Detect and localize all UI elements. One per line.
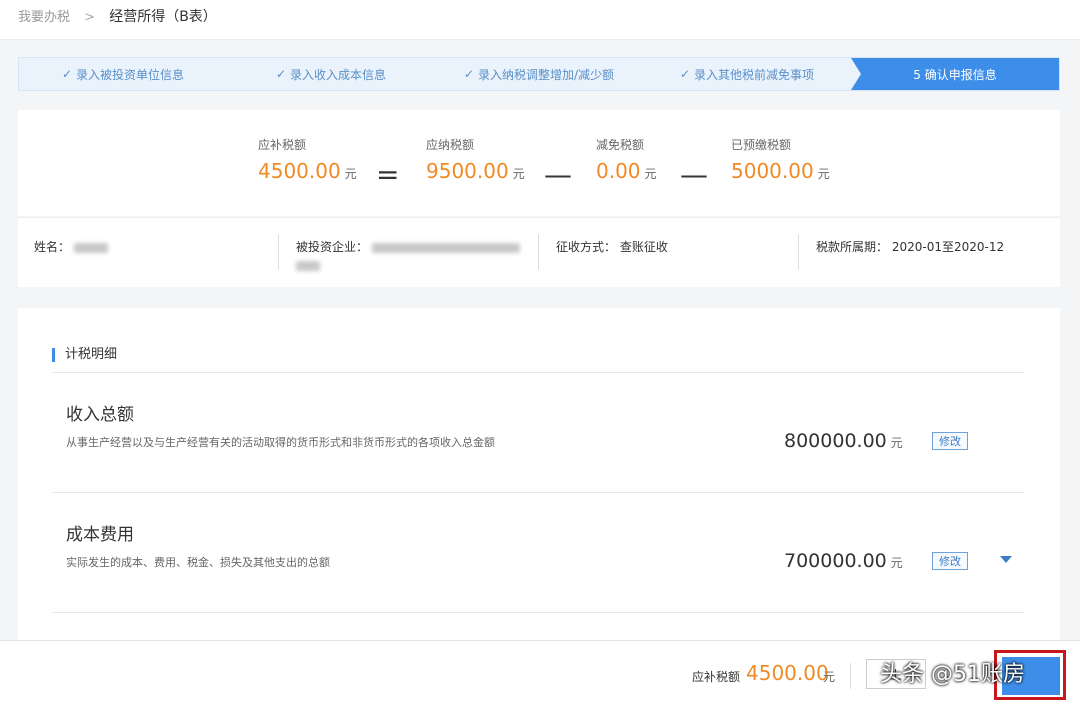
- summary-relief: 减免税额 0.00 元: [596, 136, 657, 183]
- step-label: 录入其他税前减免事项: [694, 67, 815, 82]
- tax-summary: 应补税额 4500.00 元 = 应纳税额 9500.00 元 — 减免税额 0.0…: [18, 110, 1060, 216]
- check-icon: ✓: [275, 67, 287, 81]
- info-period-label: 税款所属期：: [816, 240, 889, 254]
- row-income-title: 收入总额: [66, 405, 134, 425]
- unit-label: 元: [512, 167, 525, 181]
- unit-label: 元: [817, 167, 830, 181]
- check-icon: ✓: [679, 67, 691, 81]
- chevron-right-icon: >: [84, 10, 96, 25]
- equals-icon: =: [376, 158, 400, 191]
- divider: [52, 492, 1024, 493]
- info-company-label: 被投资企业：: [296, 240, 369, 254]
- info-method-value: 查账征收: [619, 240, 668, 254]
- summary-relief-value: 0.00: [596, 159, 641, 183]
- step-bar: ✓ 录入被投资单位信息 ✓ 录入收入成本信息 ✓ 录入纳税调整增加/减少额 ✓ …: [18, 57, 1060, 91]
- info-method-label: 征收方式：: [556, 240, 617, 254]
- row-cost-amount: 700000.00 元: [784, 550, 903, 572]
- minus-icon: —: [680, 158, 708, 191]
- row-income-desc: 从事生产经营以及与生产经营有关的活动取得的货币形式和非货币形式的各项收入总金额: [66, 436, 495, 449]
- row-income-amount: 800000.00 元: [784, 430, 903, 452]
- divider: [52, 372, 1024, 373]
- divider: [538, 234, 539, 270]
- summary-due-value: 9500.00: [426, 159, 509, 183]
- info-company: 被投资企业：: [296, 238, 520, 271]
- summary-relief-label: 减免税额: [596, 138, 645, 152]
- divider: [850, 663, 851, 689]
- summary-due: 应纳税额 9500.00 元: [426, 136, 525, 183]
- amount-value: 700000.00: [784, 550, 887, 572]
- step-1[interactable]: ✓ 录入被投资单位信息: [19, 58, 227, 90]
- row-cost-title: 成本费用: [66, 525, 134, 545]
- breadcrumb-current: 经营所得（B表）: [109, 9, 217, 25]
- summary-due-label: 应纳税额: [426, 138, 475, 152]
- info-method: 征收方式： 查账征收: [556, 238, 668, 255]
- edit-cost-button[interactable]: 修改: [932, 552, 968, 570]
- step-label: 5 确认申报信息: [913, 67, 997, 82]
- summary-payable-label: 应补税额: [258, 138, 307, 152]
- taxpayer-info: 姓名： 被投资企业： 征收方式： 查账征收 税款所属期： 2020-01至202…: [18, 217, 1060, 287]
- step-label: 录入纳税调整增加/减少额: [478, 67, 615, 82]
- step-label: 录入被投资单位信息: [76, 67, 185, 82]
- unit-label: 元: [823, 670, 836, 684]
- info-period-value: 2020-01至2020-12: [891, 240, 1005, 254]
- step-3[interactable]: ✓ 录入纳税调整增加/减少额: [435, 58, 643, 90]
- unit-label: 元: [644, 167, 657, 181]
- footer-payable-label: 应补税额: [692, 670, 741, 684]
- info-period: 税款所属期： 2020-01至2020-12: [816, 238, 1004, 255]
- minus-icon: —: [544, 158, 572, 191]
- summary-payable-value: 4500.00: [258, 159, 341, 183]
- info-name-label: 姓名：: [34, 240, 71, 254]
- unit-label: 元: [344, 167, 357, 181]
- redacted-company: [371, 242, 520, 253]
- step-4[interactable]: ✓ 录入其他税前减免事项: [643, 58, 851, 90]
- breadcrumb-parent[interactable]: 我要办税: [18, 10, 70, 25]
- row-cost-desc: 实际发生的成本、费用、税金、损失及其他支出的总额: [66, 556, 330, 569]
- redacted-name: [73, 242, 108, 253]
- summary-prepaid-label: 已预缴税额: [731, 138, 792, 152]
- divider: [798, 234, 799, 270]
- footer-payable-value: 4500.00: [746, 661, 829, 685]
- unit-label: 元: [890, 436, 903, 450]
- amount-value: 800000.00: [784, 430, 887, 452]
- step-5-active[interactable]: 5 确认申报信息: [851, 58, 1059, 90]
- info-name: 姓名：: [34, 238, 108, 255]
- summary-payable: 应补税额 4500.00 元: [258, 136, 357, 183]
- breadcrumb: 我要办税 > 经营所得（B表）: [0, 0, 1080, 40]
- section-title: 计税明细: [52, 348, 117, 362]
- divider: [278, 234, 279, 270]
- redacted-company-2: [296, 261, 320, 271]
- summary-prepaid-value: 5000.00: [731, 159, 814, 183]
- divider: [52, 612, 1024, 613]
- caret-down-icon[interactable]: [1000, 556, 1012, 563]
- summary-prepaid: 已预缴税额 5000.00 元: [731, 136, 830, 183]
- check-icon: ✓: [61, 67, 73, 81]
- edit-income-button[interactable]: 修改: [932, 432, 968, 450]
- tax-detail: 计税明细 收入总额 从事生产经营以及与生产经营有关的活动取得的货币形式和非货币形…: [18, 308, 1060, 648]
- check-icon: ✓: [463, 67, 474, 81]
- step-2[interactable]: ✓ 录入收入成本信息: [227, 58, 435, 90]
- step-label: 录入收入成本信息: [290, 67, 387, 82]
- unit-label: 元: [890, 556, 903, 570]
- watermark: 头条 @51账房: [880, 662, 1025, 687]
